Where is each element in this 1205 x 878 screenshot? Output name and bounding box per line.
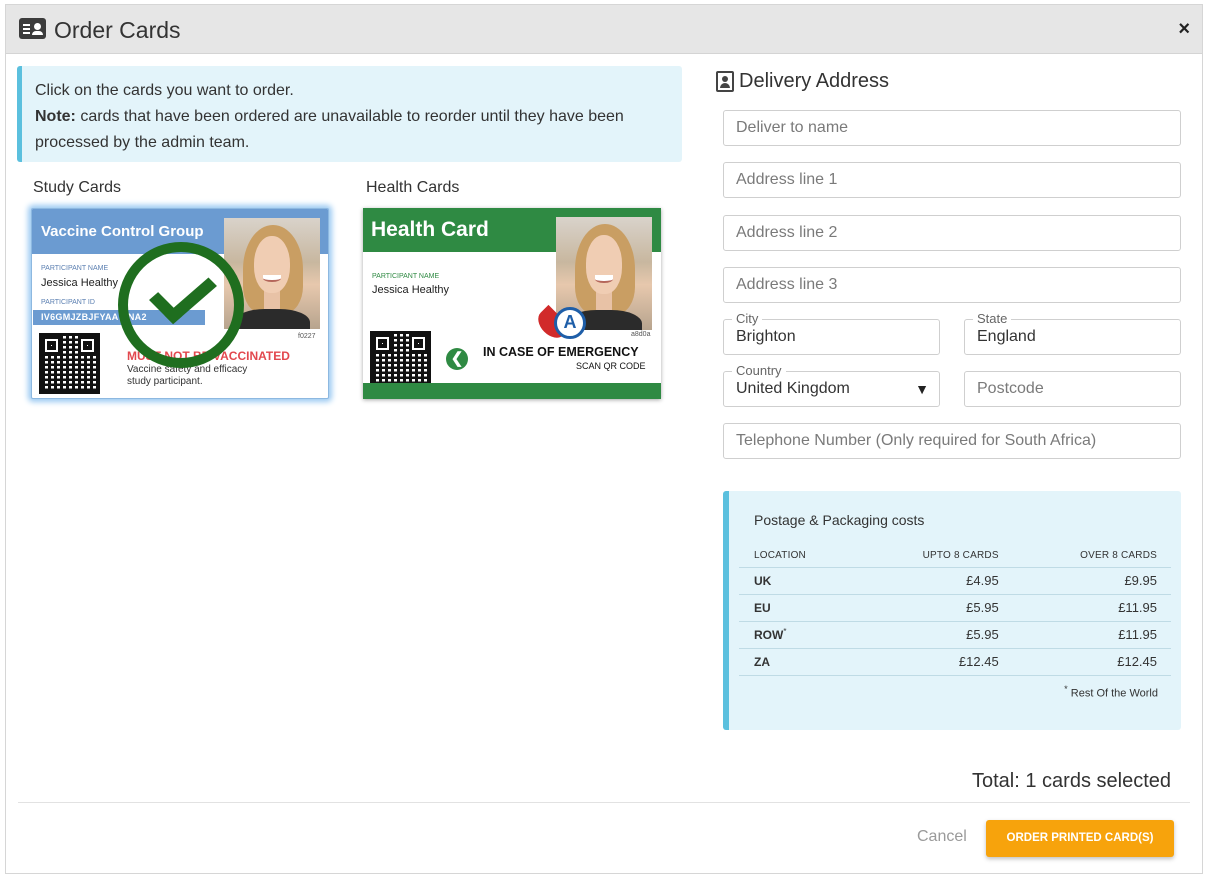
location-cell: ROW* [739, 621, 856, 649]
upto-cell: £12.45 [855, 648, 1013, 676]
over-cell: £11.95 [1012, 594, 1171, 622]
address-line-3-input[interactable] [724, 268, 1180, 302]
scan-qr-text: SCAN QR CODE [576, 361, 646, 371]
country-value[interactable]: United Kingdom [736, 380, 850, 398]
country-label: Country [732, 364, 786, 378]
table-row: ROW* £5.95 £11.95 [739, 621, 1171, 649]
upto-cell: £5.95 [855, 594, 1013, 622]
id-card-icon [19, 18, 46, 39]
selected-check-icon [118, 242, 244, 368]
column-header-over-8: over 8 cards [1012, 540, 1171, 568]
postage-costs-table: Location upto 8 cards over 8 cards UK £4… [739, 540, 1171, 676]
qr-code [39, 333, 100, 394]
location-cell: ZA [739, 648, 856, 676]
participant-name-label: Participant Name [41, 265, 109, 272]
emergency-text: IN CASE OF EMERGENCY [483, 345, 639, 359]
column-header-location: Location [739, 540, 856, 568]
postcode-input[interactable] [965, 372, 1180, 406]
participant-name: Jessica Healthy [41, 277, 119, 289]
city-value[interactable]: Brighton [736, 328, 796, 346]
order-printed-cards-button[interactable]: ORDER PRINTED CARD(S) [986, 820, 1174, 857]
note-label: Note: [35, 108, 76, 125]
country-select[interactable]: Country United Kingdom ▼ [723, 364, 940, 407]
deliver-to-name-field[interactable] [723, 110, 1181, 146]
note-text: cards that have been ordered are unavail… [35, 108, 624, 151]
postage-costs-panel: Postage & Packaging costs Location upto … [723, 491, 1181, 730]
study-card[interactable]: Vaccine Control Group Participant Name J… [31, 208, 329, 399]
telephone-input[interactable] [724, 424, 1180, 458]
arrow-left-icon: ❮ [446, 348, 468, 370]
state-field[interactable]: State England [964, 312, 1181, 355]
table-row: ZA £12.45 £12.45 [739, 648, 1171, 676]
info-alert: Click on the cards you want to order. No… [17, 66, 682, 162]
table-header-row: Location upto 8 cards over 8 cards [739, 540, 1171, 568]
card-code: a8d0a [631, 331, 651, 338]
footer-divider [18, 802, 1190, 803]
over-cell: £9.95 [1012, 567, 1171, 595]
study-card-title: Vaccine Control Group [41, 223, 204, 240]
state-value[interactable]: England [977, 328, 1036, 346]
over-cell: £12.45 [1012, 648, 1171, 676]
column-header-upto-8: upto 8 cards [855, 540, 1013, 568]
state-label: State [973, 312, 1012, 326]
health-card-title: Health Card [371, 218, 489, 241]
footnote: * Rest Of the World [1064, 684, 1158, 700]
address-line-1-field[interactable] [723, 162, 1181, 198]
modal-header: Order Cards × [6, 5, 1202, 54]
address-line-3-field[interactable] [723, 267, 1181, 303]
address-line-2-field[interactable] [723, 215, 1181, 251]
close-button[interactable]: × [1178, 18, 1190, 41]
health-card-footer-band [363, 383, 661, 399]
blood-group-badge: A [554, 307, 586, 339]
upto-cell: £4.95 [855, 567, 1013, 595]
table-row: UK £4.95 £9.95 [739, 567, 1171, 595]
address-line-1-input[interactable] [724, 163, 1180, 197]
participant-name: Jessica Healthy [372, 284, 450, 296]
postage-costs-title: Postage & Packaging costs [754, 512, 925, 528]
address-line-2-input[interactable] [724, 216, 1180, 250]
location-cell: UK [739, 567, 856, 595]
card-code: f0227 [298, 333, 316, 340]
health-cards-heading: Health Cards [366, 179, 460, 196]
info-line: Click on the cards you want to order. [35, 82, 294, 99]
study-cards-heading: Study Cards [33, 179, 122, 196]
telephone-field[interactable] [723, 423, 1181, 459]
delivery-address-heading: Delivery Address [739, 70, 890, 92]
city-field[interactable]: City Brighton [723, 312, 940, 355]
info-note: Note: cards that have been ordered are u… [35, 104, 669, 156]
upto-cell: £5.95 [855, 621, 1013, 649]
postcode-field[interactable] [964, 371, 1181, 407]
deliver-to-name-input[interactable] [724, 111, 1180, 145]
caret-down-icon: ▼ [915, 381, 929, 397]
description-line-2: study participant. [127, 376, 203, 387]
modal-title: Order Cards [54, 17, 181, 43]
cancel-button[interactable]: Cancel [917, 828, 967, 846]
total-selected: Total: 1 cards selected [972, 770, 1171, 792]
city-label: City [732, 312, 763, 326]
participant-id-label: Participant ID [41, 299, 95, 306]
health-card[interactable]: Health Card Participant Name Jessica Hea… [363, 208, 661, 399]
address-book-icon [716, 71, 734, 92]
table-row: EU £5.95 £11.95 [739, 594, 1171, 622]
over-cell: £11.95 [1012, 621, 1171, 649]
location-cell: EU [739, 594, 856, 622]
participant-name-label: Participant Name [372, 273, 440, 280]
